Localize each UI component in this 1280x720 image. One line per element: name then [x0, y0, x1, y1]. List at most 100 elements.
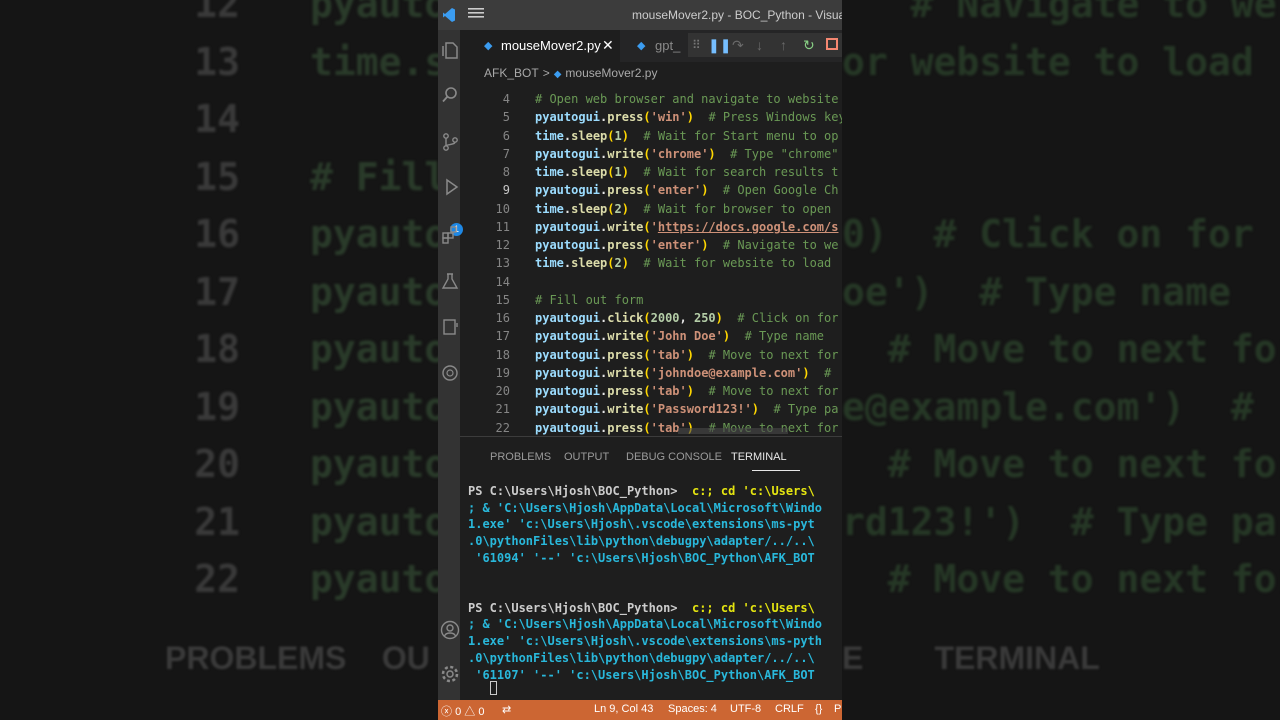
code-line[interactable]: 8 time.sleep(1) # Wait for search results…: [460, 163, 839, 181]
activity-bar: 1: [438, 30, 463, 700]
code-line[interactable]: 11 pyautogui.write('https://docs.google.c…: [460, 218, 839, 236]
vscode-window: mouseMover2.py - BOC_Python - Visual S 1: [438, 0, 842, 720]
code-line[interactable]: 15 # Fill out form: [460, 291, 644, 309]
terminal-line: .0\pythonFiles\lib\python\debugpy\adapte…: [468, 534, 815, 549]
code-editor[interactable]: 4 # Open web browser and navigate to webs…: [460, 90, 842, 436]
source-control-icon[interactable]: [440, 132, 460, 152]
code-line[interactable]: 6 time.sleep(1) # Wait for Start menu to …: [460, 127, 839, 145]
line-number: 9: [502, 183, 510, 198]
breadcrumb-folder[interactable]: AFK_BOT: [484, 66, 539, 80]
background-code-line: 18 pyauto: [194, 327, 438, 371]
code-line[interactable]: 17 pyautogui.write('John Doe') # Type nam…: [460, 327, 825, 345]
close-icon[interactable]: ✕: [602, 37, 614, 54]
warning-count: 0: [478, 706, 485, 718]
notebook-icon[interactable]: [440, 318, 460, 338]
terminal-line: .0\pythonFiles\lib\python\debugpy\adapte…: [468, 650, 815, 665]
code-line[interactable]: 19 pyautogui.write('johndoe@example.com')…: [460, 364, 832, 382]
terminal-prompt-line: PS C:\Users\Hjosh\BOC_Python> c:; cd 'c:…: [468, 600, 815, 615]
problems-status[interactable]: ⓧ 0 △ 0: [441, 703, 484, 719]
line-number: 6: [502, 128, 510, 143]
line-number: 7: [502, 146, 510, 161]
search-icon[interactable]: [440, 86, 460, 106]
extensions-icon[interactable]: [440, 226, 460, 246]
line-ending[interactable]: CRLF: [775, 703, 804, 715]
line-code: time.sleep(2) # Wait for website to load: [535, 256, 832, 271]
background-code-line: 13 time.s: [194, 39, 438, 84]
code-line[interactable]: 14: [460, 273, 535, 291]
background-code-line: [842, 149, 1280, 207]
active-tab-underline: [752, 470, 800, 471]
line-number: 5: [502, 110, 510, 125]
code-line[interactable]: 12 pyautogui.press('enter') # Navigate to…: [460, 236, 839, 254]
tab-debug-console[interactable]: DEBUG CONSOLE: [626, 451, 722, 463]
horizontal-scrollbar[interactable]: [678, 428, 788, 434]
tab-terminal[interactable]: TERMINAL: [731, 451, 787, 463]
code-line[interactable]: 9 pyautogui.press('enter') # Open Google …: [460, 181, 839, 199]
line-number: 8: [502, 165, 510, 179]
code-line[interactable]: 5 pyautogui.press('win') # Press Windows …: [460, 108, 842, 126]
code-line[interactable]: 18 pyautogui.press('tab') # Move to next …: [460, 346, 839, 364]
code-line[interactable]: 4 # Open web browser and navigate to webs…: [460, 90, 839, 108]
background-code-line: oe') # Type name: [842, 269, 1231, 314]
step-out-icon[interactable]: ↑: [780, 36, 787, 54]
python-file-icon: ◆: [637, 40, 646, 52]
breadcrumb-file[interactable]: mouseMover2.py: [565, 66, 657, 80]
settings-gear-icon[interactable]: [440, 664, 460, 684]
line-number: 16: [495, 311, 510, 325]
language-icon: {}: [815, 703, 823, 715]
tab-problems[interactable]: PROBLEMS: [490, 451, 551, 463]
cursor-position[interactable]: Ln 9, Col 43: [594, 703, 653, 715]
live-share-icon[interactable]: ⇄: [502, 703, 511, 716]
code-line[interactable]: 10 time.sleep(2) # Wait for browser to op…: [460, 200, 832, 218]
background-code-line: 15 # Fill: [194, 154, 438, 199]
background-code-left: 12pyautogu 13time.s 14 15# Fill 16pyauto 17py…: [0, 0, 438, 609]
encoding[interactable]: UTF-8: [730, 703, 761, 715]
background-left: 12pyautogu 13time.s 14 15# Fill 16pyauto 17py…: [0, 0, 438, 720]
line-code: time.sleep(1) # Wait for Start menu to o…: [535, 128, 839, 143]
line-number: 12: [495, 238, 510, 252]
code-line[interactable]: 20 pyautogui.press('tab') # Move to next …: [460, 382, 839, 400]
openai-icon[interactable]: [440, 364, 460, 384]
line-number: 20: [495, 384, 510, 398]
account-icon[interactable]: [440, 620, 460, 640]
line-number: 4: [502, 92, 510, 106]
tab-output[interactable]: OUTPUT: [564, 451, 609, 463]
language-mode[interactable]: P: [834, 703, 841, 715]
line-code: pyautogui.press('win') # Press Windows k…: [535, 110, 842, 125]
step-into-icon[interactable]: ↓: [756, 36, 763, 54]
tab-mousemover2[interactable]: ◆ mouseMover2.py ✕: [460, 30, 620, 62]
debug-toolbar: ⠿ ❚❚ ↷ ↓ ↑ ↻: [688, 33, 842, 57]
terminal-line: 1.exe' 'c:\Users\Hjosh\.vscode\extension…: [468, 634, 823, 649]
line-code: # Open web browser and navigate to websi…: [535, 92, 839, 106]
background-code-line: 0) # Click on for: [842, 212, 1254, 256]
code-line[interactable]: 13 time.sleep(2) # Wait for website to lo…: [460, 254, 832, 272]
stop-icon[interactable]: [826, 38, 838, 50]
code-line[interactable]: 7 pyautogui.write('chrome') # Type "chrom…: [460, 145, 839, 163]
background-tabs-right: E TERMINAL: [842, 640, 1100, 676]
line-number: 17: [495, 329, 510, 344]
breadcrumb: AFK_BOT > ◆ mouseMover2.py: [484, 66, 657, 80]
line-code: pyautogui.write('https://docs.google.com…: [535, 219, 839, 234]
background-code-line: # Move to next for: [842, 442, 1280, 486]
tab-label: mouseMover2.py: [501, 38, 601, 53]
restart-icon[interactable]: ↻: [803, 36, 815, 54]
indentation[interactable]: Spaces: 4: [668, 703, 717, 715]
explorer-icon[interactable]: [440, 40, 460, 60]
python-file-icon: ◆: [484, 40, 493, 52]
status-bar: ⓧ 0 △ 0 ⇄ Ln 9, Col 43 Spaces: 4 UTF-8 C…: [438, 700, 842, 720]
code-line[interactable]: 16 pyautogui.click(2000, 250) # Click on …: [460, 309, 839, 327]
line-code: pyautogui.write('Password123!') # Type p…: [535, 402, 839, 417]
python-file-icon: ◆: [553, 69, 562, 80]
code-line[interactable]: 21 pyautogui.write('Password123!') # Type…: [460, 400, 839, 418]
testing-icon[interactable]: [440, 272, 460, 292]
tab-label: gpt_: [655, 38, 681, 53]
background-code-line: # Move to next for: [842, 557, 1280, 601]
line-code: pyautogui.click(2000, 250) # Click on fo…: [535, 311, 839, 325]
drag-handle-icon[interactable]: ⠿: [692, 36, 701, 54]
run-debug-icon[interactable]: [440, 178, 460, 198]
hamburger-menu-icon[interactable]: [468, 6, 484, 25]
line-code: pyautogui.press('tab') # Move to next fo…: [535, 347, 839, 362]
pause-icon[interactable]: ❚❚: [708, 36, 731, 54]
background-code-line: [842, 91, 1280, 149]
step-over-icon[interactable]: ↷: [732, 36, 744, 54]
